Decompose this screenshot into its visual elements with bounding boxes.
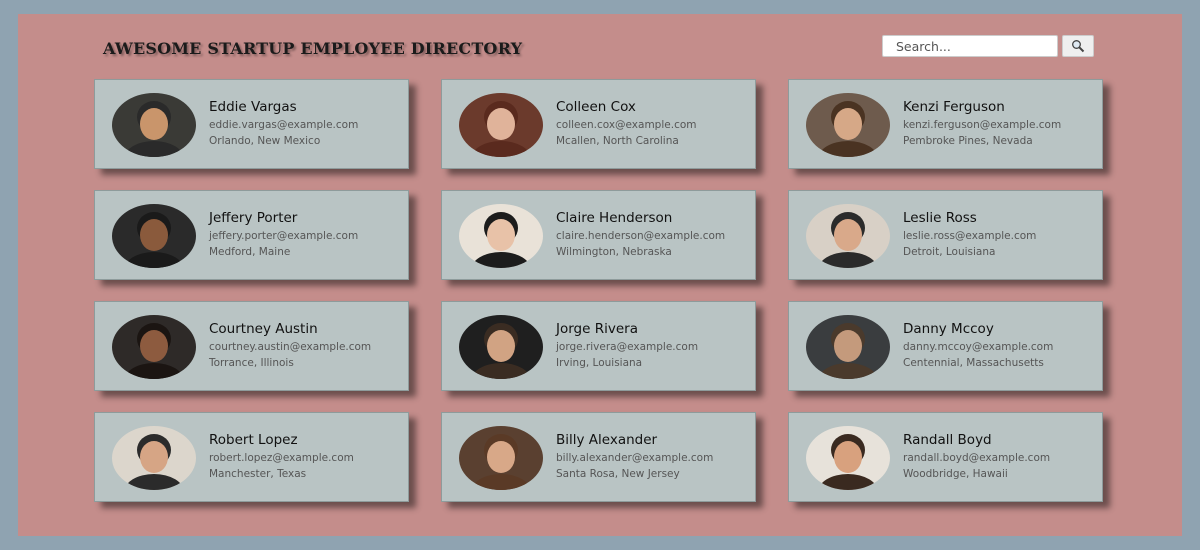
employee-card[interactable]: Claire Henderson claire.henderson@exampl… [441,190,756,280]
avatar [459,426,543,490]
employee-email: kenzi.ferguson@example.com [903,119,1062,131]
employee-name: Danny Mccoy [903,321,994,337]
employee-location: Mcallen, North Carolina [556,135,679,147]
employee-location: Wilmington, Nebraska [556,246,672,258]
employee-card[interactable]: Courtney Austin courtney.austin@example.… [94,301,409,391]
employee-location: Medford, Maine [209,246,291,258]
employee-name: Jeffery Porter [209,210,298,226]
avatar [806,204,890,268]
avatar [806,93,890,157]
employee-location: Centennial, Massachusetts [903,357,1044,369]
employee-card[interactable]: Randall Boyd randall.boyd@example.com Wo… [788,412,1103,502]
employee-card[interactable]: Robert Lopez robert.lopez@example.com Ma… [94,412,409,502]
employee-name: Robert Lopez [209,432,298,448]
employee-name: Jorge Rivera [556,321,638,337]
avatar [806,315,890,379]
search-button[interactable] [1062,35,1094,57]
employee-card[interactable]: Colleen Cox colleen.cox@example.com Mcal… [441,79,756,169]
employee-card[interactable]: Jorge Rivera jorge.rivera@example.com Ir… [441,301,756,391]
employee-email: eddie.vargas@example.com [209,119,359,131]
employee-location: Manchester, Texas [209,468,307,480]
employee-name: Eddie Vargas [209,99,297,115]
employee-name: Claire Henderson [556,210,673,226]
employee-name: Leslie Ross [903,210,977,226]
avatar [112,204,196,268]
search-input[interactable] [882,35,1058,57]
employee-card[interactable]: Danny Mccoy danny.mccoy@example.com Cent… [788,301,1103,391]
search-bar [882,35,1094,57]
employee-card[interactable]: Kenzi Ferguson kenzi.ferguson@example.co… [788,79,1103,169]
employee-email: randall.boyd@example.com [903,452,1051,464]
employee-email: leslie.ross@example.com [903,230,1037,242]
employee-location: Santa Rosa, New Jersey [556,468,680,480]
avatar [459,315,543,379]
employee-location: Detroit, Louisiana [903,246,996,258]
employee-name: Billy Alexander [556,432,658,448]
avatar [459,204,543,268]
employee-email: jeffery.porter@example.com [209,230,359,242]
employee-email: claire.henderson@example.com [556,230,726,242]
employee-grid: Eddie Vargas eddie.vargas@example.com Or… [94,79,1103,502]
avatar [459,93,543,157]
employee-email: robert.lopez@example.com [209,452,354,464]
employee-card[interactable]: Billy Alexander billy.alexander@example.… [441,412,756,502]
employee-location: Irving, Louisiana [556,357,643,369]
employee-email: courtney.austin@example.com [209,341,372,353]
search-icon [1072,40,1085,53]
avatar [112,315,196,379]
avatar [112,93,196,157]
employee-email: billy.alexander@example.com [556,452,714,464]
employee-email: jorge.rivera@example.com [556,341,699,353]
employee-email: colleen.cox@example.com [556,119,697,131]
employee-name: Randall Boyd [903,432,992,448]
employee-location: Orlando, New Mexico [209,135,321,147]
employee-location: Pembroke Pines, Nevada [903,135,1033,147]
directory-panel: AWESOME STARTUP EMPLOYEE DIRECTORY Eddie… [18,14,1182,536]
avatar [806,426,890,490]
employee-card[interactable]: Eddie Vargas eddie.vargas@example.com Or… [94,79,409,169]
employee-location: Woodbridge, Hawaii [903,468,1008,480]
employee-card[interactable]: Leslie Ross leslie.ross@example.com Detr… [788,190,1103,280]
employee-name: Colleen Cox [556,99,636,115]
employee-card[interactable]: Jeffery Porter jeffery.porter@example.co… [94,190,409,280]
employee-name: Kenzi Ferguson [903,99,1005,115]
employee-location: Torrance, Illinois [209,357,294,369]
avatar [112,426,196,490]
employee-name: Courtney Austin [209,321,318,337]
employee-email: danny.mccoy@example.com [903,341,1054,353]
page-title: AWESOME STARTUP EMPLOYEE DIRECTORY [103,39,523,58]
